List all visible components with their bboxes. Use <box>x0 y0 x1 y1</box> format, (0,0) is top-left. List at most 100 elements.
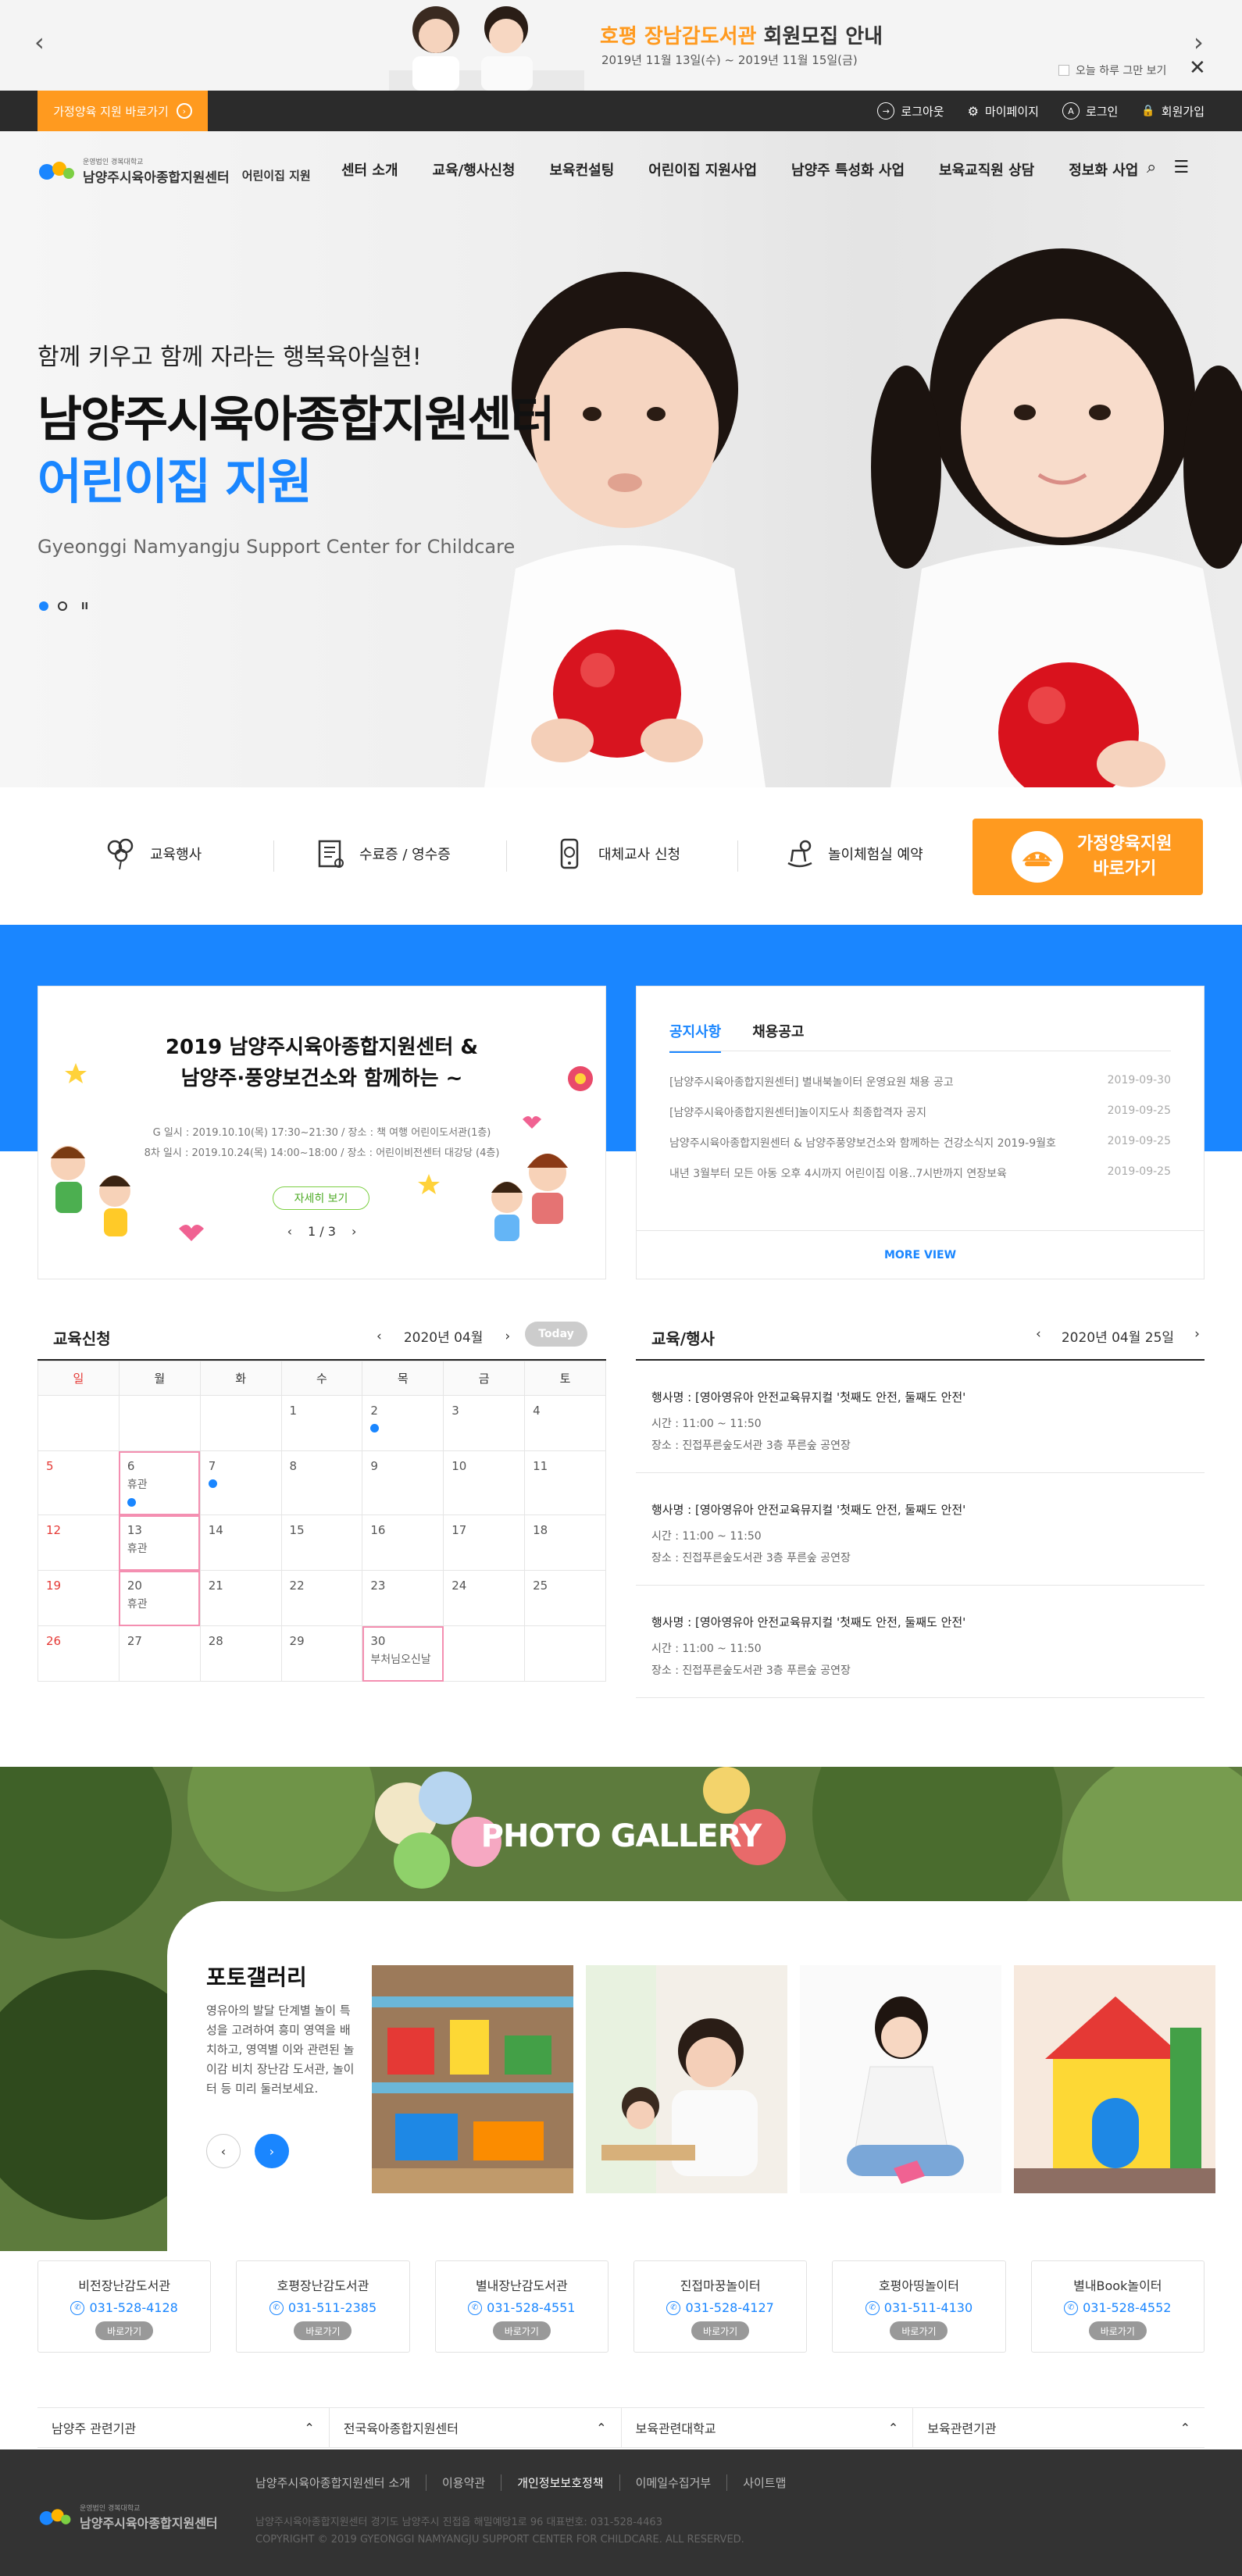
calendar-day[interactable]: 24 <box>443 1570 526 1626</box>
institution-phone[interactable]: ✆ 031-528-4128 <box>70 2300 178 2315</box>
gallery-prev-button[interactable]: ‹ <box>206 2134 241 2168</box>
slide-dot-active[interactable] <box>39 601 48 611</box>
home-support-button[interactable]: 가정양육 지원 바로가기 › <box>37 91 208 131</box>
event-item[interactable]: 행사명 : [영아영유아 안전교육뮤지컬 '첫째도 안전, 둘째도 안전' 시간… <box>636 1361 1205 1473</box>
quick-item-certificate[interactable]: 수료증 / 영수증 <box>312 836 451 872</box>
calendar-day[interactable]: 5 <box>37 1450 120 1515</box>
login-link[interactable]: A 로그인 <box>1062 102 1118 120</box>
menu-item-center[interactable]: 센터 소개 <box>341 159 398 180</box>
calendar-day[interactable]: 7 <box>199 1450 282 1515</box>
event-item[interactable]: 행사명 : [영아영유아 안전교육뮤지컬 '첫째도 안전, 둘째도 안전' 시간… <box>636 1473 1205 1586</box>
today-checkbox[interactable] <box>1058 65 1069 76</box>
chevron-left-icon[interactable]: ‹ <box>34 30 45 55</box>
menu-item-education[interactable]: 교육/행사신청 <box>433 159 516 180</box>
notice-row[interactable]: 내년 3월부터 모든 아동 오후 4시까지 어린이집 이용..7시반까지 연장보… <box>669 1165 1171 1196</box>
chevron-left-icon[interactable]: ‹ <box>1036 1326 1041 1346</box>
quick-item-playroom[interactable]: 놀이체험실 예약 <box>781 836 923 872</box>
calendar-day[interactable]: 26 <box>37 1625 120 1682</box>
calendar-day[interactable]: 15 <box>280 1515 363 1571</box>
footer-link-terms[interactable]: 이용약관 <box>425 2474 501 2491</box>
calendar-day[interactable]: 9 <box>362 1450 444 1515</box>
gallery-photo[interactable] <box>586 1965 787 2193</box>
calendar-day[interactable]: 29 <box>280 1625 363 1682</box>
calendar-day[interactable]: 21 <box>199 1570 282 1626</box>
institution-go-button[interactable]: 바로가기 <box>691 2321 750 2340</box>
chevron-right-icon[interactable]: › <box>352 1224 356 1239</box>
gallery-photo[interactable] <box>800 1965 1001 2193</box>
slide-dot[interactable] <box>58 601 67 611</box>
notice-more-button[interactable]: MORE VIEW <box>637 1230 1204 1279</box>
calendar-day[interactable]: 11 <box>524 1450 606 1515</box>
calendar-day[interactable]: 16 <box>362 1515 444 1571</box>
notice-row[interactable]: 남양주시육아종합지원센터 & 남양주풍양보건소와 함께하는 건강소식지 2019… <box>669 1135 1171 1165</box>
notice-row[interactable]: [남양주시육아종합지원센터]놀이지도사 최종합격자 공지 2019-09-25 <box>669 1104 1171 1135</box>
institution-go-button[interactable]: 바로가기 <box>95 2321 154 2340</box>
chevron-right-icon[interactable]: › <box>1194 30 1204 55</box>
search-icon[interactable]: ⌕ <box>1147 159 1156 177</box>
chevron-right-icon[interactable]: › <box>505 1329 510 1344</box>
quick-item-education[interactable]: 교육행사 <box>103 836 202 872</box>
gallery-photo[interactable] <box>372 1965 573 2193</box>
menu-item-counseling[interactable]: 보육교직원 상담 <box>939 159 1034 180</box>
join-link[interactable]: 🔒 회원가입 <box>1141 103 1205 120</box>
gallery-photo[interactable] <box>1014 1965 1215 2193</box>
event-more-button[interactable]: 자세히 보기 <box>273 1186 369 1210</box>
chevron-right-icon[interactable]: › <box>1194 1326 1200 1346</box>
related-select-university[interactable]: 보육관련대학교 ⌃ <box>622 2408 914 2447</box>
calendar-day[interactable]: 3 <box>443 1395 526 1451</box>
calendar-day[interactable]: 13 휴관 <box>118 1515 201 1571</box>
calendar-day[interactable]: 2 <box>362 1395 444 1451</box>
gallery-next-button[interactable]: › <box>255 2134 289 2168</box>
site-logo[interactable]: 운영법인 경복대학교 남양주시육아종합지원센터 어린이집 지원 <box>37 156 311 186</box>
calendar-day[interactable]: 14 <box>199 1515 282 1571</box>
related-select-national[interactable]: 전국육아종합지원센터 ⌃ <box>330 2408 622 2447</box>
logout-link[interactable]: → 로그아웃 <box>877 102 944 120</box>
menu-item-info[interactable]: 정보화 사업 <box>1069 159 1138 180</box>
menu-item-consulting[interactable]: 보육컨설팅 <box>549 159 614 180</box>
calendar-day[interactable]: 23 <box>362 1570 444 1626</box>
notice-row[interactable]: [남양주시육아종합지원센터] 별내북놀이터 운영요원 채용 공고 2019-09-… <box>669 1074 1171 1104</box>
mypage-link[interactable]: ⚙ 마이페이지 <box>968 103 1039 120</box>
calendar-day[interactable]: 10 <box>443 1450 526 1515</box>
footer-link-about[interactable]: 남양주시육아종합지원센터 소개 <box>255 2474 426 2491</box>
menu-item-special[interactable]: 남양주 특성화 사업 <box>791 159 905 180</box>
today-button[interactable]: Today <box>525 1322 587 1347</box>
calendar-day[interactable]: 1 <box>280 1395 363 1451</box>
calendar-day[interactable]: 25 <box>524 1570 606 1626</box>
calendar-day[interactable]: 6 휴관 <box>118 1450 201 1515</box>
promo-banner[interactable]: ‹ 호평 장남감도서관 회원모집 안내 2019년 11월 13일(수) ~ 2… <box>0 0 1242 91</box>
calendar-day[interactable]: 12 <box>37 1515 120 1571</box>
calendar-day[interactable]: 19 <box>37 1570 120 1626</box>
institution-phone[interactable]: ✆ 031-511-4130 <box>865 2300 973 2315</box>
institution-phone[interactable]: ✆ 031-528-4552 <box>1064 2300 1171 2315</box>
chevron-left-icon[interactable]: ‹ <box>377 1329 382 1344</box>
menu-item-daycare[interactable]: 어린이집 지원사업 <box>648 159 757 180</box>
pause-icon[interactable]: II <box>81 601 88 612</box>
close-icon[interactable]: ✕ <box>1189 58 1206 78</box>
institution-phone[interactable]: ✆ 031-528-4127 <box>666 2300 774 2315</box>
calendar-day[interactable]: 30 부처님오신날 <box>362 1625 444 1682</box>
institution-go-button[interactable]: 바로가기 <box>1088 2321 1147 2340</box>
calendar-day[interactable]: 8 <box>280 1450 363 1515</box>
event-item[interactable]: 행사명 : [영아영유아 안전교육뮤지컬 '첫째도 안전, 둘째도 안전' 시간… <box>636 1586 1205 1698</box>
calendar-day[interactable]: 17 <box>443 1515 526 1571</box>
today-dismiss[interactable]: 오늘 하루 그만 보기 <box>1058 62 1166 78</box>
institution-go-button[interactable]: 바로가기 <box>294 2321 352 2340</box>
quick-item-substitute[interactable]: 대체교사 신청 <box>551 836 680 872</box>
calendar-day[interactable]: 4 <box>524 1395 606 1451</box>
tab-notice[interactable]: 공지사항 <box>669 1021 722 1053</box>
related-select-namyangju[interactable]: 남양주 관련기관 ⌃ <box>37 2408 330 2447</box>
institution-go-button[interactable]: 바로가기 <box>890 2321 948 2340</box>
calendar-day[interactable]: 18 <box>524 1515 606 1571</box>
hamburger-menu-icon[interactable]: ☰ <box>1173 159 1189 177</box>
calendar-day[interactable]: 28 <box>199 1625 282 1682</box>
footer-link-sitemap[interactable]: 사이트맵 <box>726 2474 801 2491</box>
footer-link-email[interactable]: 이메일수집거부 <box>619 2474 727 2491</box>
calendar-day[interactable]: 20 휴관 <box>118 1570 201 1626</box>
related-select-agency[interactable]: 보육관련기관 ⌃ <box>913 2408 1205 2447</box>
calendar-day[interactable]: 27 <box>118 1625 201 1682</box>
chevron-left-icon[interactable]: ‹ <box>287 1224 292 1239</box>
tab-recruit[interactable]: 채용공고 <box>752 1021 804 1053</box>
institution-phone[interactable]: ✆ 031-511-2385 <box>269 2300 377 2315</box>
footer-link-privacy[interactable]: 개인정보보호정책 <box>501 2474 619 2491</box>
